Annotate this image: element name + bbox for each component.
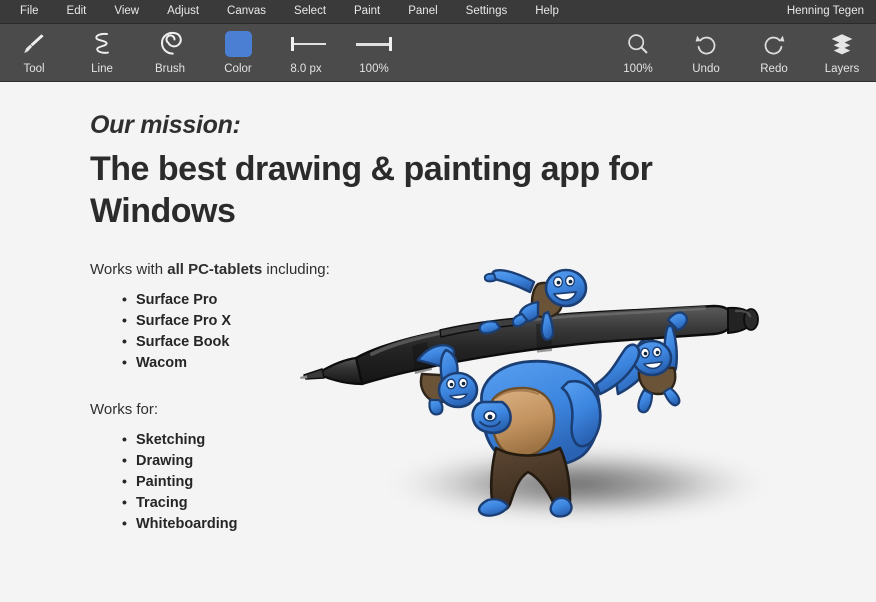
page-title: The best drawing & painting app for Wind… [90, 150, 653, 230]
list-item: Whiteboarding [122, 513, 750, 535]
list-item: Sketching [122, 429, 750, 451]
menu-items: File Edit View Adjust Canvas Select Pain… [0, 0, 573, 23]
list-item: Surface Pro [122, 289, 750, 311]
toolbar-left-group: Tool Line Brush Color 8.0 px 100% [0, 24, 408, 81]
menu-panel[interactable]: Panel [394, 0, 451, 23]
app-window: File Edit View Adjust Canvas Select Pain… [0, 0, 876, 602]
menu-file[interactable]: File [6, 0, 53, 23]
tablets-list: Surface Pro Surface Pro X Surface Book W… [90, 289, 750, 374]
list-item: Surface Pro X [122, 310, 750, 332]
menu-canvas[interactable]: Canvas [213, 0, 280, 23]
brush-size-button[interactable]: 8.0 px [272, 24, 340, 81]
menu-adjust[interactable]: Adjust [153, 0, 213, 23]
magnifier-icon [618, 29, 658, 59]
color-button-label: Color [224, 63, 252, 75]
opacity-value: 100% [359, 63, 389, 75]
layers-button-label: Layers [824, 63, 860, 75]
brush-size-slider[interactable] [286, 34, 326, 54]
layers-button[interactable]: Layers [808, 24, 876, 81]
brush-button[interactable]: Brush [136, 24, 204, 81]
menu-bar: File Edit View Adjust Canvas Select Pain… [0, 0, 876, 24]
menu-help[interactable]: Help [521, 0, 573, 23]
menu-view[interactable]: View [100, 0, 153, 23]
line-button[interactable]: Line [68, 24, 136, 81]
layers-stack-icon [822, 29, 862, 59]
menu-edit[interactable]: Edit [53, 0, 101, 23]
marketing-copy: Our mission: The best drawing & painting… [90, 110, 750, 535]
redo-button[interactable]: Redo [740, 24, 808, 81]
color-swatch [224, 31, 252, 57]
color-button[interactable]: Color [204, 24, 272, 81]
undo-button-label: Undo [692, 63, 720, 75]
menu-paint[interactable]: Paint [340, 0, 394, 23]
redo-button-label: Redo [760, 63, 788, 75]
squiggle-line-icon [82, 29, 122, 59]
tablets-lead-prefix: Works with [90, 261, 168, 278]
opacity-slider[interactable] [354, 34, 394, 54]
opacity-slider-icon [354, 29, 394, 59]
tool-button[interactable]: Tool [0, 24, 68, 81]
tablets-lead-suffix: including: [262, 261, 330, 278]
menu-settings[interactable]: Settings [452, 0, 522, 23]
list-item: Wacom [122, 352, 750, 374]
opacity-button[interactable]: 100% [340, 24, 408, 81]
zoom-value: 100% [623, 63, 653, 75]
menu-select[interactable]: Select [280, 0, 340, 23]
toolbar: Tool Line Brush Color 8.0 px 100% 100% U… [0, 24, 876, 82]
paintbrush-icon [14, 29, 54, 59]
slider-knob[interactable] [389, 37, 392, 51]
brush-size-slider-icon [286, 29, 326, 59]
list-item: Tracing [122, 492, 750, 514]
brush-button-label: Brush [154, 63, 186, 75]
eyebrow-text: Our mission: [90, 111, 241, 139]
list-item: Painting [122, 471, 750, 493]
list-item: Surface Book [122, 331, 750, 353]
toolbar-right-group: 100% Undo Redo Layers [604, 24, 876, 81]
slider-track [356, 42, 392, 46]
slider-track [293, 43, 326, 45]
spiral-brush-icon [150, 29, 190, 59]
undo-arrow-icon [686, 29, 726, 59]
brush-size-value: 8.0 px [290, 63, 322, 75]
slider-knob[interactable] [291, 37, 294, 51]
undo-button[interactable]: Undo [672, 24, 740, 81]
zoom-button[interactable]: 100% [604, 24, 672, 81]
uses-list: Sketching Drawing Painting Tracing White… [90, 429, 750, 535]
line-button-label: Line [91, 63, 113, 75]
tablets-lead-bold: all PC-tablets [167, 261, 263, 278]
tablets-lead: Works with all PC-tablets including: [90, 260, 750, 280]
list-item: Drawing [122, 450, 750, 472]
redo-arrow-icon [754, 29, 794, 59]
color-swatch-icon [218, 29, 258, 59]
tool-button-label: Tool [23, 63, 45, 75]
user-account-label[interactable]: Henning Tegen [787, 0, 864, 23]
canvas-content-area: Our mission: The best drawing & painting… [0, 82, 876, 602]
uses-lead: Works for: [90, 401, 159, 418]
